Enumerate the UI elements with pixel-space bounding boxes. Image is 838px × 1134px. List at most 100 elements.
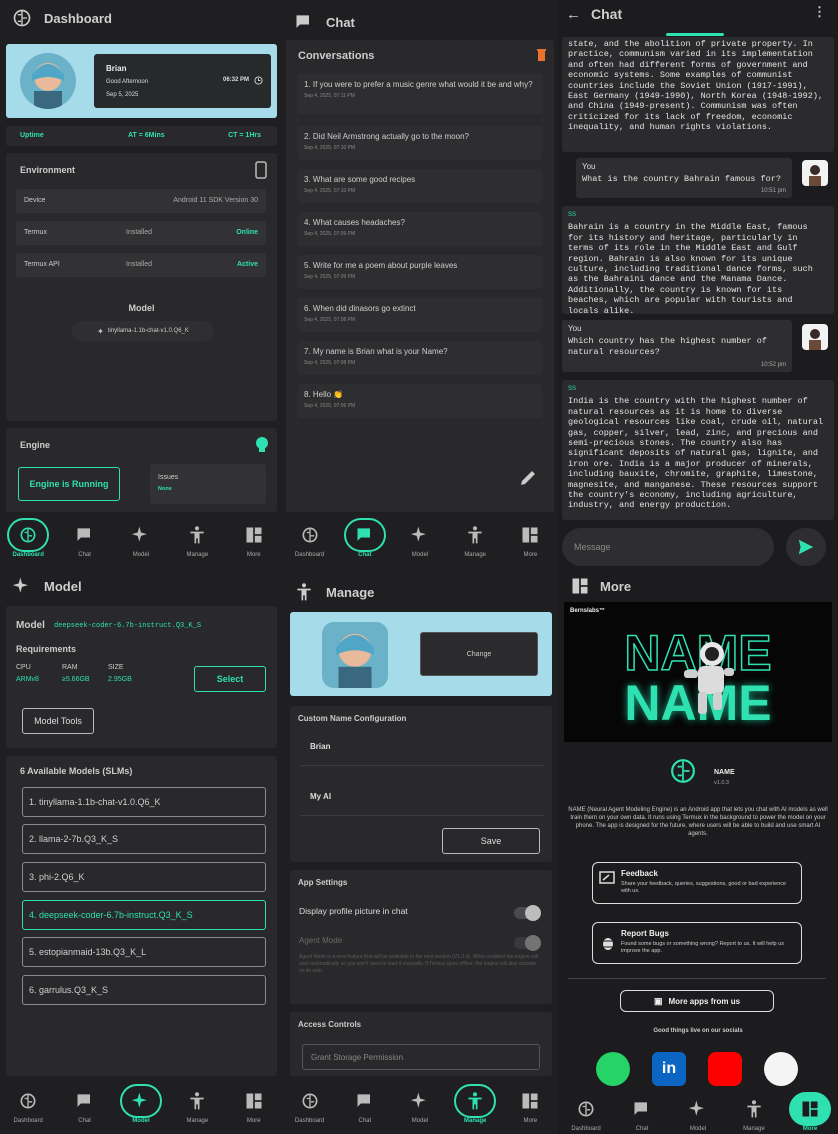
nav-more[interactable]: More [229,1084,279,1124]
nav-more[interactable]: More [505,518,555,558]
conversation-date: Sep 4, 2025, 07:08 PM [304,360,356,366]
uptime-bar: Uptime AT = 6Mins CT = 1Hrs [6,126,277,146]
nav-more[interactable]: More [785,1092,835,1132]
env-row-device: Device Android 11 SDK Version 30 [16,189,266,213]
model-screen: Model Model deepseek-coder-6.7b-instruct… [0,568,282,1134]
conversations-card: Conversations 1. If you were to prefer a… [286,40,554,514]
model-list-item[interactable]: 5. estopianmaid-13b.Q3_K_L [22,937,266,967]
ai-name-field[interactable]: My AI [300,784,544,816]
model-tools-button[interactable]: Model Tools [22,708,94,734]
status-badge: Online [236,229,258,236]
env-row-value: Installed [126,229,153,236]
nav-manage[interactable]: Manage [450,1084,500,1124]
grid-icon [522,1093,538,1109]
agent-mode-description: Agent Mode is a new feature that will be… [299,954,539,974]
save-button[interactable]: Save [442,828,540,854]
profile-hero: Change [290,612,552,696]
nav-manage[interactable]: Manage [172,518,222,558]
environment-title: Environment [20,165,76,175]
model-list-item-selected[interactable]: 4. deepseek-coder-6.7b-instruct.Q3_K_S [22,900,266,930]
conversation-item[interactable]: 4. What causes headaches? Sep 4, 2025, 07… [298,212,542,246]
change-picture-button[interactable]: Change [420,632,538,676]
user-avatar [802,324,828,350]
nav-model[interactable]: Model [116,1084,166,1124]
nav-model[interactable]: Model [116,518,166,558]
conversation-item[interactable]: 6. When did dinasors go extinct Sep 4, 20… [298,298,542,332]
sender-label: SS [568,212,577,218]
astronaut-icon [684,642,734,714]
youtube-icon[interactable] [708,1052,742,1086]
whatsapp-icon[interactable] [596,1052,630,1086]
app-description: NAME (Neural Agent Modeling Engine) is a… [568,807,828,837]
current-model-chip[interactable]: ✦ tinyllama-1.1b-chat-v1.0.Q6_K [72,321,214,341]
edit-pencil-icon[interactable] [518,468,538,488]
conversation-item[interactable]: 8. Hello 👏 Sep 4, 2025, 07:06 PM [298,384,542,418]
person-icon [747,1100,761,1118]
profile-picture[interactable] [322,622,388,688]
display-picture-toggle[interactable] [514,905,541,921]
sparkle-icon [688,1100,704,1116]
nav-chat[interactable]: Chat [340,518,390,558]
nav-chat[interactable]: Chat [60,1084,110,1124]
model-list-item[interactable]: 3. phi-2.Q6_K [22,862,266,892]
sparkle-icon [410,526,426,542]
conversation-date: Sep 4, 2025, 07:06 PM [304,403,356,409]
nav-dashboard[interactable]: Dashboard [285,1084,335,1124]
divider [568,978,826,979]
nav-dashboard[interactable]: Dashboard [285,518,335,558]
user-name-field[interactable]: Brian [300,734,544,766]
env-row-label: Termux [24,229,47,236]
grant-storage-button[interactable]: Grant Storage Permission [302,1044,540,1070]
model-list-item[interactable]: 6. garrulus.Q3_K_S [22,975,266,1005]
agent-mode-toggle[interactable] [514,935,541,951]
nav-model[interactable]: Model [395,1084,445,1124]
sender-label: SS [568,386,577,392]
nav-chat[interactable]: Chat [340,1084,390,1124]
brain-icon [20,1093,36,1109]
select-button[interactable]: Select [194,666,266,692]
github-icon[interactable] [764,1052,798,1086]
conversation-item[interactable]: 5. Write for me a poem about purple leav… [298,255,542,289]
engine-card: Engine Engine is Running Issues None [6,428,277,512]
nav-label: Chat [358,1118,372,1124]
nav-more[interactable]: More [229,518,279,558]
nav-manage[interactable]: Manage [172,1084,222,1124]
send-button[interactable] [786,528,826,566]
conversation-question: 5. Write for me a poem about purple leav… [304,261,458,270]
nav-manage[interactable]: Manage [450,518,500,558]
ram-value: ≥5.66GB [62,676,90,683]
engine-running-button[interactable]: Engine is Running [18,467,120,501]
conversation-item[interactable]: 2. Did Neil Armstrong actually go to the… [298,126,542,160]
conversation-item[interactable]: 1. If you were to prefer a music genre w… [298,74,542,114]
avatar [20,53,76,109]
profile-hero: Brian Good Afternoon Sep 5, 2025 06:32 P… [6,44,277,118]
conversation-item[interactable]: 7. My name is Brian what is your Name? Se… [298,341,542,375]
message-text: state, and the abolition of private prop… [568,39,824,133]
model-list-item[interactable]: 1. tinyllama-1.1b-chat-v1.0.Q6_K [22,787,266,817]
message-time: 10:52 pm [760,361,786,368]
model-list-item[interactable]: 2. llama-2-7b.Q3_K_S [22,824,266,854]
more-vert-icon[interactable]: ⋮ [813,4,826,20]
conversation-item[interactable]: 3. What are some good recipes Sep 4, 2025… [298,169,542,203]
feedback-button[interactable]: Feedback Share your feedback, queries, s… [592,862,802,904]
report-bugs-button[interactable]: Report Bugs Found some bugs or something… [592,922,802,964]
nav-chat[interactable]: Chat [617,1092,667,1132]
trash-icon[interactable] [537,49,546,61]
nav-label: Manage [186,1118,209,1124]
nav-more[interactable]: More [505,1084,555,1124]
nav-label: Chat [78,552,91,558]
nav-dashboard[interactable]: Dashboard [3,1084,53,1124]
back-arrow-icon[interactable]: ← [566,6,581,23]
available-models-title: 6 Available Models (SLMs) [20,766,133,776]
more-apps-button[interactable]: ▣ More apps from us [620,990,774,1012]
page-title: Dashboard [44,10,112,26]
nav-label: More [523,552,538,558]
nav-model[interactable]: Model [395,518,445,558]
nav-chat[interactable]: Chat [60,518,110,558]
linkedin-icon[interactable]: in [652,1052,686,1086]
message-input[interactable]: Message [562,528,774,566]
nav-model[interactable]: Model [673,1092,723,1132]
nav-dashboard[interactable]: Dashboard [561,1092,611,1132]
nav-manage[interactable]: Manage [729,1092,779,1132]
nav-dashboard[interactable]: Dashboard [3,518,53,558]
